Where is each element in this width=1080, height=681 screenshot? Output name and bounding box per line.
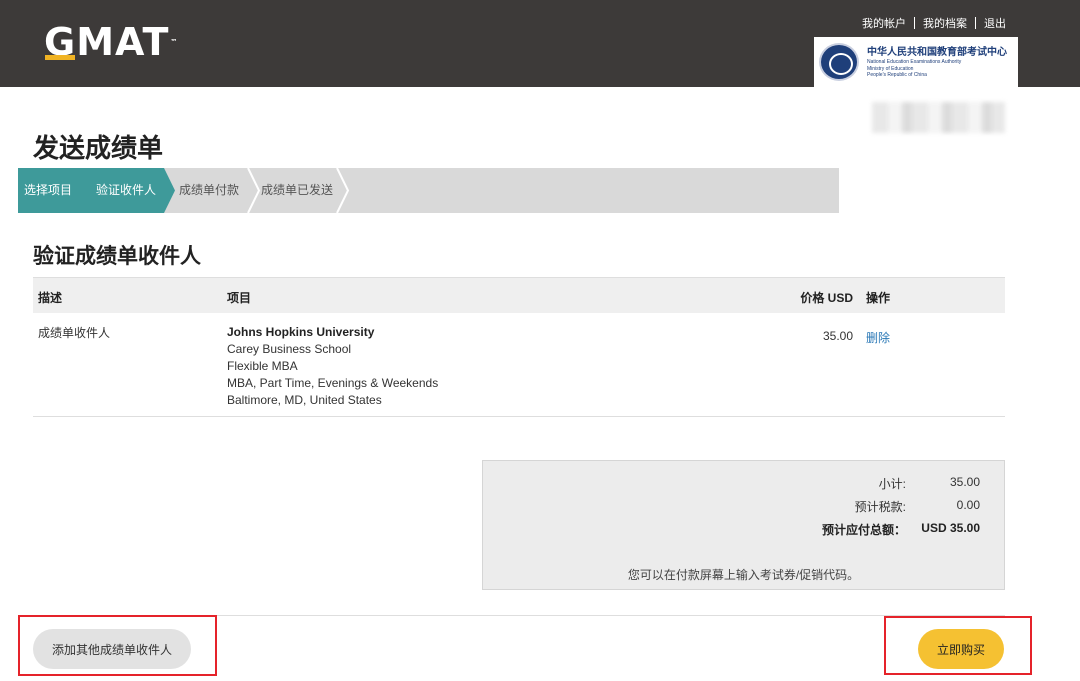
location-line: Baltimore, MD, United States <box>227 393 382 407</box>
step-chevron-icon <box>336 168 350 213</box>
col-desc-header: 描述 <box>38 291 63 305</box>
site-header: GMAT™ 我的帐户 我的档案 退出 中华人民共和国教育部考试中心 Nation… <box>0 0 1080 87</box>
row-item: Johns Hopkins University Carey Business … <box>227 324 438 409</box>
col-item-header: 项目 <box>227 291 252 305</box>
neea-name-cn: 中华人民共和国教育部考试中心 <box>867 47 1007 58</box>
section-title: 验证成绩单收件人 <box>33 245 201 268</box>
page-title: 发送成绩单 <box>33 133 164 163</box>
account-links: 我的帐户 我的档案 退出 <box>862 15 1006 31</box>
subtotal-value: 35.00 <box>949 475 980 489</box>
row-desc: 成绩单收件人 <box>38 326 111 340</box>
step-chevron-icon <box>247 168 261 213</box>
total-value: USD 35.00 <box>921 521 980 535</box>
table-header: 描述 项目 价格 USD 操作 <box>33 277 1005 313</box>
school-name: Johns Hopkins University <box>227 325 375 339</box>
promo-note: 您可以在付款屏幕上输入考试券/促销代码。 <box>627 568 860 582</box>
table-row: 成绩单收件人 Johns Hopkins University Carey Bu… <box>33 313 1005 417</box>
step-select-program: 选择项目 <box>24 183 73 197</box>
tax-label: 预计税款: <box>854 500 906 514</box>
progress-steps: 选择项目 验证收件人 成绩单付款 成绩单已发送 <box>18 168 839 213</box>
tax-value: 0.00 <box>956 498 980 512</box>
step-transcript-payment: 成绩单付款 <box>179 183 240 197</box>
neea-partner-logo: 中华人民共和国教育部考试中心 National Education Examin… <box>814 37 1018 87</box>
blurred-user-info <box>872 102 1005 133</box>
program-line: Flexible MBA <box>227 359 298 373</box>
link-divider <box>914 17 915 29</box>
buy-now-button[interactable]: 立即购买 <box>918 629 1004 669</box>
logout-link[interactable]: 退出 <box>984 15 1006 31</box>
total-label: 预计应付总额： <box>821 523 906 537</box>
program-type-line: MBA, Part Time, Evenings & Weekends <box>227 376 439 390</box>
subtotal-label: 小计: <box>878 477 906 491</box>
neea-name-en: National Education Examinations Authorit… <box>867 59 962 78</box>
row-price: 35.00 <box>822 329 853 343</box>
col-action-header: 操作 <box>866 291 891 305</box>
add-recipient-button[interactable]: 添加其他成绩单收件人 <box>33 629 191 669</box>
my-profile-link[interactable]: 我的档案 <box>923 15 967 31</box>
col-price-header: 价格 USD <box>800 291 853 305</box>
my-account-link[interactable]: 我的帐户 <box>862 15 906 31</box>
school-line: Carey Business School <box>227 342 352 356</box>
order-summary: 小计: 35.00 预计税款: 0.00 预计应付总额： USD 35.00 您… <box>482 460 1005 590</box>
gmat-logo[interactable]: GMAT™ <box>44 22 178 62</box>
delete-link[interactable]: 删除 <box>866 329 890 346</box>
recipients-table: 描述 项目 价格 USD 操作 成绩单收件人 Johns Hopkins Uni… <box>33 277 1005 417</box>
step-transcript-sent: 成绩单已发送 <box>261 183 334 197</box>
step-verify-recipient: 验证收件人 <box>96 183 157 197</box>
link-divider <box>975 17 976 29</box>
neea-emblem-icon <box>819 43 859 81</box>
